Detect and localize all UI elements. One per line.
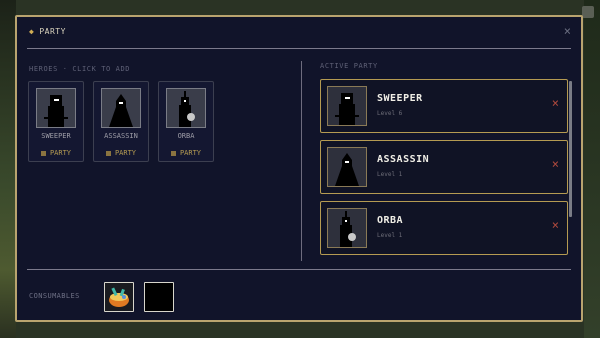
divider-bottom [27,269,571,270]
add-to-party-button[interactable]: PARTY [159,149,213,157]
consumable-slot-empty[interactable] [144,282,174,312]
assassin-figure-icon [109,94,133,127]
sweeper-figure-icon [335,93,359,125]
party-label: PARTY [114,149,137,157]
active-party-label: ACTIVE PARTY [320,62,378,70]
sweeper-portrait [36,88,76,128]
dialog-title-text: PARTY [39,27,66,36]
member-level: Level 1 [377,232,403,239]
sweeper-portrait [327,86,367,126]
party-list-scrollbar[interactable] [569,81,572,217]
orba-figure-icon [340,211,356,247]
consumables-label: CONSUMABLES [29,292,80,300]
member-level: Level 6 [377,110,403,117]
corner-icon [582,6,594,18]
assassin-portrait [101,88,141,128]
diamond-icon: ◆ [29,27,35,36]
column-divider [301,61,302,261]
hero-card-assassin[interactable]: ASSASSIN PARTY [93,81,149,162]
add-to-party-button[interactable]: PARTY [94,149,148,157]
food-bowl-icon [109,287,129,307]
background-right [584,0,600,338]
divider-top [27,48,571,49]
hero-card-orba[interactable]: ORBA PARTY [158,81,214,162]
hero-name: SWEEPER [41,132,71,140]
member-name: ORBA [377,215,404,226]
member-name: ASSASSIN [377,154,430,165]
assassin-portrait [327,147,367,187]
party-member-sweeper[interactable]: SWEEPER Level 6 × [320,79,568,133]
orba-portrait [327,208,367,248]
hero-card-sweeper[interactable]: SWEEPER PARTY [28,81,84,162]
hero-name: ASSASSIN [104,132,138,140]
member-level: Level 1 [377,171,403,178]
dialog-title: ◆ PARTY [29,27,66,36]
party-member-assassin[interactable]: ASSASSIN Level 1 × [320,140,568,194]
assassin-figure-icon [335,153,359,186]
remove-member-icon[interactable]: × [552,218,559,232]
remove-member-icon[interactable]: × [552,96,559,110]
party-member-orba[interactable]: ORBA Level 1 × [320,201,568,255]
add-to-party-button[interactable]: PARTY [29,149,83,157]
consumable-slot[interactable] [104,282,134,312]
checkbox-icon [40,150,46,156]
background-left [0,0,16,338]
hero-name: ORBA [177,132,195,140]
heroes-label: HEROES · CLICK TO ADD [29,65,131,73]
orba-figure-icon [179,91,195,127]
checkbox-icon [170,150,176,156]
sweeper-figure-icon [44,95,68,127]
close-icon[interactable]: × [564,24,571,38]
remove-member-icon[interactable]: × [552,157,559,171]
orba-portrait [166,88,206,128]
party-label: PARTY [49,149,72,157]
member-name: SWEEPER [377,93,423,104]
party-label: PARTY [179,149,202,157]
party-dialog: ◆ PARTY × HEROES · CLICK TO ADD SWEEPER P… [15,15,583,322]
checkbox-icon [105,150,111,156]
